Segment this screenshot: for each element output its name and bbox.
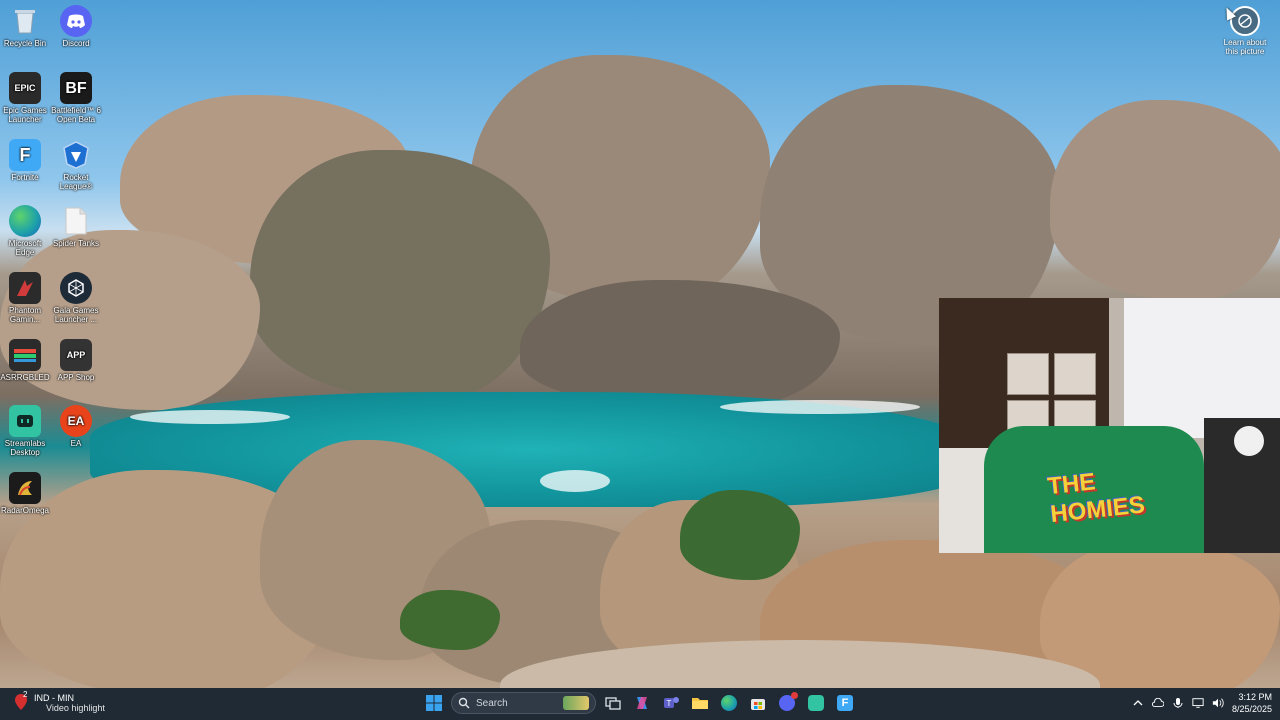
hoodie-print: THE HOMIES: [1046, 468, 1147, 529]
camera-icon: [1230, 6, 1260, 36]
file-icon: [60, 205, 92, 237]
display-icon[interactable]: [1192, 697, 1204, 709]
streamlabs-icon: [9, 405, 41, 437]
streamlabs-taskbar-icon[interactable]: [804, 691, 828, 715]
ea-icon: EA: [60, 405, 92, 437]
desktop-icon-label: Phantom Gamin...: [8, 306, 42, 324]
chevron-up-icon[interactable]: [1132, 697, 1144, 709]
search-placeholder: Search: [476, 697, 508, 709]
desktop-icon-radar-omega[interactable]: RadarOmega: [0, 472, 50, 515]
desktop-icon-label: Rocket League®: [59, 173, 93, 191]
edge-icon: [9, 205, 41, 237]
task-view-icon[interactable]: [601, 691, 625, 715]
volume-icon[interactable]: [1212, 697, 1224, 709]
desktop-icon-label: Gala Games Launcher ...: [53, 306, 99, 324]
desktop-icon-label: Battlefield™ 6 Open Beta: [51, 106, 101, 124]
desktop-icon-label: ASRRGBLED: [0, 373, 50, 382]
desktop-icon-label: Spider Tanks: [52, 239, 100, 248]
start-button[interactable]: [422, 691, 446, 715]
fortnite-taskbar-icon[interactable]: F: [833, 691, 857, 715]
desktop-icon-epic-games[interactable]: EPIC Epic Games Launcher: [0, 72, 50, 124]
webcam-overlay: THE HOMIES: [939, 298, 1280, 553]
discord-taskbar-icon[interactable]: [775, 691, 799, 715]
notification-title: IND - MIN: [34, 693, 74, 703]
desktop-icon-battlefield[interactable]: BF Battlefield™ 6 Open Beta: [51, 72, 101, 124]
desktop-icon-phantom-gaming[interactable]: Phantom Gamin...: [0, 272, 50, 324]
radar-omega-icon: [9, 472, 41, 504]
window-light: [1124, 298, 1280, 438]
microphone-icon[interactable]: [1172, 697, 1184, 709]
clock[interactable]: 3:12 PM 8/25/2025: [1232, 691, 1272, 715]
desktop-icon-label: EA: [70, 439, 82, 448]
taskbar-apps: Search T F: [422, 691, 857, 715]
clock-time: 3:12 PM: [1238, 692, 1272, 702]
search-input[interactable]: Search: [451, 692, 596, 714]
desktop-icon-label: APP Shop: [57, 373, 95, 382]
desktop-icon-discord[interactable]: Discord: [51, 5, 101, 48]
epic-games-icon: EPIC: [9, 72, 41, 104]
taskbar: 2 IND - MIN Video highlight Search T F 3…: [0, 688, 1280, 720]
recycle-bin-icon: [9, 5, 41, 37]
desktop-icon-edge[interactable]: Microsoft Edge: [0, 205, 50, 257]
desktop-icon-label: Microsoft Edge: [8, 239, 42, 257]
desktop-icon-ea[interactable]: EA EA: [51, 405, 101, 448]
desktop-icon-fortnite[interactable]: F Fortnite: [0, 139, 50, 182]
system-tray: 3:12 PM 8/25/2025: [1132, 691, 1272, 715]
desktop-icon-label: Fortnite: [11, 173, 39, 182]
desktop-icon-label: Discord: [62, 39, 90, 48]
phantom-gaming-icon: [9, 272, 41, 304]
desktop-icon-gala-games[interactable]: Gala Games Launcher ...: [51, 272, 101, 324]
notification-badge: 2: [23, 690, 28, 699]
edge-taskbar-icon[interactable]: [717, 691, 741, 715]
desktop-icon-asrrgbled[interactable]: ASRRGBLED: [0, 339, 50, 382]
asrock-rgb-icon: [9, 339, 41, 371]
learn-about-label: Learn about this picture: [1223, 38, 1267, 56]
notification-widget[interactable]: 2 IND - MIN Video highlight: [14, 690, 105, 714]
cloud-icon[interactable]: [1151, 697, 1164, 709]
desktop-icon-spider-tanks[interactable]: Spider Tanks: [51, 205, 101, 248]
notification-subtitle: Video highlight: [46, 703, 105, 713]
windows-icon: [426, 695, 442, 711]
gala-games-icon: [60, 272, 92, 304]
map-pin-icon: 2: [14, 690, 28, 714]
search-icon: [458, 697, 470, 709]
fortnite-icon: F: [9, 139, 41, 171]
file-explorer-icon[interactable]: [688, 691, 712, 715]
teams-icon[interactable]: T: [659, 691, 683, 715]
rocket-league-icon: [60, 139, 92, 171]
store-icon[interactable]: [746, 691, 770, 715]
copilot-icon[interactable]: [630, 691, 654, 715]
search-highlight-icon: [563, 696, 589, 710]
desktop-icon-label: Recycle Bin: [3, 39, 47, 48]
clock-date: 8/25/2025: [1231, 704, 1272, 714]
desktop-icon-app-shop[interactable]: APP APP Shop: [51, 339, 101, 382]
app-shop-icon: APP: [60, 339, 92, 371]
battlefield-icon: BF: [60, 72, 92, 104]
discord-icon: [60, 5, 92, 37]
desktop-icon-label: RadarOmega: [0, 506, 50, 515]
desktop-icon-streamlabs[interactable]: Streamlabs Desktop: [0, 405, 50, 457]
desktop-icon-rocket-league[interactable]: Rocket League®: [51, 139, 101, 191]
desktop-icon-label: Epic Games Launcher: [3, 106, 47, 124]
svg-text:T: T: [667, 699, 672, 708]
desktop-icon-recycle-bin[interactable]: Recycle Bin: [0, 5, 50, 48]
desktop-icon-label: Streamlabs Desktop: [4, 439, 46, 457]
